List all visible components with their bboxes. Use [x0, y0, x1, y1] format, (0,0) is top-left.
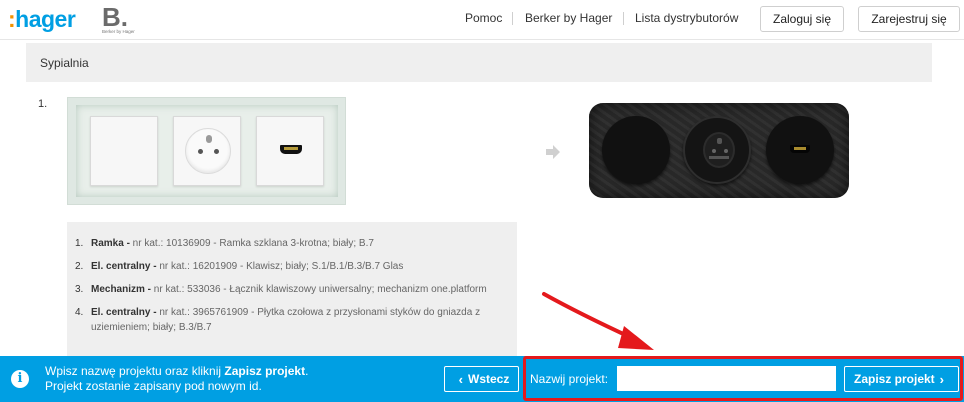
room-section-header: Sypialnia — [26, 43, 932, 82]
register-button[interactable]: Zarejestruj się — [858, 6, 960, 32]
item-number: 1. — [38, 98, 48, 110]
info-icon: i — [11, 370, 29, 388]
list-item: 3. Mechanizm - nr kat.: 533036 - Łącznik … — [75, 284, 487, 295]
list-item: 1. Ramka - nr kat.: 10136909 - Ramka szkl… — [75, 238, 374, 249]
nav-link-berker[interactable]: Berker by Hager — [525, 11, 612, 25]
parts-list-panel: 1. Ramka - nr kat.: 10136909 - Ramka szkl… — [67, 222, 517, 356]
back-button[interactable]: ‹ Wstecz — [444, 366, 519, 392]
list-item: 2. El. centralny - nr kat.: 16201909 - Kl… — [75, 261, 404, 272]
nav-divider — [512, 12, 513, 25]
hager-logo[interactable]: :hager — [8, 6, 76, 33]
annotation-highlight-box — [523, 356, 963, 401]
login-button[interactable]: Zaloguj się — [760, 6, 844, 32]
hdmi-port-icon — [280, 145, 302, 154]
socket-outlet-icon — [703, 132, 735, 168]
rocker-switch-module — [90, 116, 158, 186]
black-socket-disc — [683, 116, 751, 184]
site-header: :hager B. Berker by Hager Pomoc Berker b… — [0, 0, 964, 40]
room-title: Sypialnia — [40, 56, 89, 70]
chevron-left-icon: ‹ — [458, 371, 463, 387]
hdmi-module — [256, 116, 324, 186]
parts-list: 1. Ramka - nr kat.: 10136909 - Ramka szkl… — [75, 236, 507, 343]
socket-outlet-icon — [185, 128, 231, 174]
black-switch-disc — [602, 116, 670, 184]
nav-link-help[interactable]: Pomoc — [465, 11, 502, 25]
list-item: 4. El. centralny - nr kat.: 3965761909 - … — [75, 307, 481, 333]
nav-divider — [623, 12, 624, 25]
hdmi-port-icon — [790, 145, 810, 153]
info-message: Wpisz nazwę projektu oraz kliknij Zapisz… — [45, 364, 309, 393]
nav-link-distributors[interactable]: Lista dystrybutorów — [635, 11, 738, 25]
black-frame-preview — [589, 103, 849, 198]
white-frame-preview — [67, 97, 346, 205]
berker-logo[interactable]: B. Berker by Hager — [102, 4, 135, 34]
black-hdmi-disc — [766, 116, 834, 184]
annotation-arrow-icon — [542, 292, 654, 350]
arrow-right-icon — [546, 145, 560, 159]
glass-frame — [76, 105, 338, 197]
socket-module — [173, 116, 241, 186]
